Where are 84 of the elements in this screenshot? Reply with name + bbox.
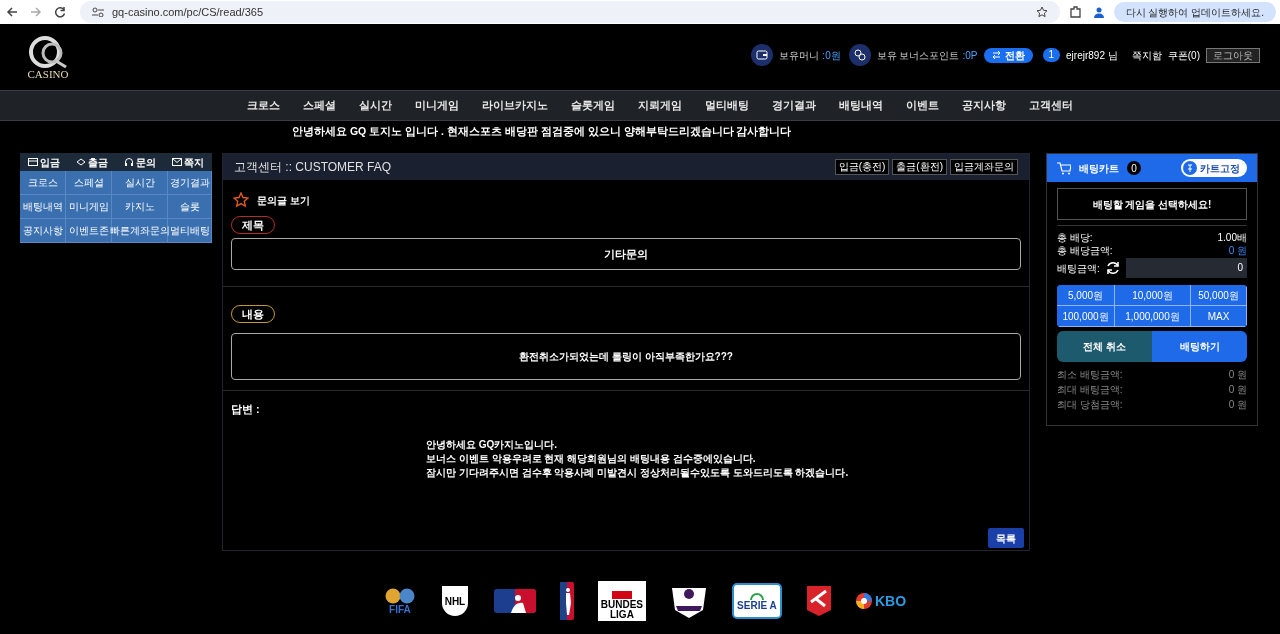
limit-value: 0 원 bbox=[1228, 383, 1247, 396]
quick-menu-item[interactable]: 스페셜 bbox=[66, 171, 112, 195]
cart-title: 배팅카트 bbox=[1079, 161, 1119, 176]
bonus-points-value: :0P bbox=[962, 48, 978, 63]
limit-value: 0 원 bbox=[1228, 398, 1247, 411]
amount-button[interactable]: 1,000,000원 bbox=[1115, 306, 1191, 327]
nav-link[interactable]: 멀티배팅 bbox=[705, 97, 749, 114]
bet-amount-label: 배팅금액: bbox=[1057, 261, 1100, 276]
panel-header-button[interactable]: 입금계좌문의 bbox=[950, 159, 1018, 175]
quick-menu-item[interactable]: 슬롯 bbox=[168, 195, 212, 219]
limit-label: 최소 배팅금액: bbox=[1057, 368, 1123, 381]
logo-text: KBO bbox=[874, 591, 907, 611]
quick-menu-link[interactable]: 출금 bbox=[76, 154, 108, 170]
quick-menu-link[interactable]: 쪽지 bbox=[172, 154, 204, 170]
nav-link[interactable]: 고객센터 bbox=[1029, 97, 1073, 114]
answer-text: 보너스 이벤트 악용우려로 현재 해당회원님의 배팅내용 검수중에있습니다. bbox=[426, 451, 757, 466]
answer-label: 답변 : bbox=[231, 402, 261, 417]
total-payout-label: 총 배당금액: bbox=[1057, 244, 1113, 257]
notice-text: 안녕하세요 GQ 토지노 입니다 . 현재스포츠 배당판 점검중에 있으니 양해부탁드리겠습니다 감사합니다 bbox=[292, 124, 792, 140]
quick-menu-item[interactable]: 배팅내역 bbox=[20, 195, 66, 219]
logout-button[interactable]: 로그아웃 bbox=[1206, 47, 1260, 63]
limit-label: 최대 배팅금액: bbox=[1057, 383, 1123, 396]
quick-menu-item[interactable]: 경기결과 bbox=[168, 171, 212, 195]
limit-label: 최대 당첨금액: bbox=[1057, 398, 1123, 411]
nav-link[interactable]: 슬롯게임 bbox=[571, 97, 615, 114]
quick-menu-item[interactable]: 멀티배팅 bbox=[168, 219, 212, 243]
nav-link[interactable]: 배팅내역 bbox=[839, 97, 883, 114]
amount-button[interactable]: 50,000원 bbox=[1191, 285, 1247, 306]
nav-link[interactable]: 지뢰게임 bbox=[638, 97, 682, 114]
address-bar[interactable]: gq-casino.com/pc/CS/read/365 bbox=[80, 1, 1060, 23]
quick-menu-item[interactable]: 빠른계좌문의 bbox=[112, 219, 168, 243]
panel-subtitle: 문의글 보기 bbox=[257, 193, 310, 208]
username: ejrejr892 님 bbox=[1066, 48, 1118, 63]
coupons-link[interactable]: 쿠폰(0) bbox=[1167, 47, 1200, 63]
nav-link[interactable]: 크로스 bbox=[247, 97, 280, 114]
bonus-points-label: 보유 보너스포인트 bbox=[876, 48, 960, 63]
nav-link[interactable]: 경기결과 bbox=[772, 97, 816, 114]
quick-menu-item[interactable]: 미니게임 bbox=[66, 195, 112, 219]
list-button[interactable]: 목록 bbox=[988, 528, 1024, 548]
panel-header-button[interactable]: 출금(환전) bbox=[892, 159, 947, 175]
cart-count: 0 bbox=[1127, 161, 1141, 175]
logo-text: CASINO bbox=[27, 68, 69, 80]
quick-menu-item[interactable]: 크로스 bbox=[20, 171, 66, 195]
logo-text: BUNDES LIGA bbox=[599, 600, 644, 620]
convert-button[interactable]: 전환 bbox=[983, 47, 1033, 63]
money-value: :0원 bbox=[822, 48, 841, 63]
subject-field: 기타문의 bbox=[231, 238, 1021, 270]
amount-button[interactable]: 5,000원 bbox=[1057, 285, 1115, 306]
amount-button[interactable]: MAX bbox=[1191, 306, 1247, 327]
quick-menu-link[interactable]: 입금 bbox=[28, 154, 60, 170]
messages-link[interactable]: 쪽지함 bbox=[1131, 47, 1162, 63]
answer-text: 안녕하세요 GQ카지노입니다. bbox=[426, 437, 559, 452]
quick-menu-item[interactable]: 카지노 bbox=[112, 195, 168, 219]
panel-header-button[interactable]: 입금(충전) bbox=[834, 159, 890, 175]
total-odds-value: 1.00배 bbox=[1217, 231, 1247, 244]
quick-menu-item[interactable]: 공지사항 bbox=[20, 219, 66, 243]
level-badge: 1 bbox=[1042, 48, 1061, 62]
nav-link[interactable]: 미니게임 bbox=[415, 97, 459, 114]
nav-link[interactable]: 이벤트 bbox=[906, 97, 939, 114]
update-button[interactable]: 다시 실행하여 업데이트하세요. bbox=[1113, 2, 1276, 22]
nav-link[interactable]: 라이브카지노 bbox=[482, 97, 548, 114]
total-odds-label: 총 배당: bbox=[1057, 231, 1093, 244]
place-bet-button[interactable]: 배팅하기 bbox=[1152, 331, 1247, 362]
nav-link[interactable]: 실시간 bbox=[359, 97, 392, 114]
amount-button[interactable]: 10,000원 bbox=[1115, 285, 1191, 306]
logo-text: NHL bbox=[444, 594, 466, 609]
pin-cart-button[interactable]: 카트고정 bbox=[1181, 159, 1247, 177]
logo-text: FIFA bbox=[389, 603, 411, 615]
total-payout-value: 0 원 bbox=[1228, 244, 1247, 257]
money-balance-label: 보유머니 bbox=[779, 48, 820, 63]
quick-menu-link[interactable]: 문의 bbox=[124, 154, 156, 170]
bet-amount-field[interactable]: 0 bbox=[1125, 258, 1247, 278]
quick-menu-item[interactable]: 실시간 bbox=[112, 171, 168, 195]
logo-text: SERIE A bbox=[737, 599, 777, 611]
nav-link[interactable]: 공지사항 bbox=[962, 97, 1006, 114]
url-text: gq-casino.com/pc/CS/read/365 bbox=[112, 4, 264, 20]
limit-value: 0 원 bbox=[1228, 368, 1247, 381]
nav-link[interactable]: 스페셜 bbox=[303, 97, 336, 114]
cancel-all-button[interactable]: 전체 취소 bbox=[1057, 331, 1152, 362]
content-field: 환전취소가되었는데 롤링이 아직부족한가요??? bbox=[231, 333, 1021, 380]
answer-text: 잠시만 기다려주시면 검수후 악용사례 미발견시 정상처리될수있도록 도와드리도록 하겠습니다. bbox=[426, 465, 850, 480]
amount-button[interactable]: 100,000원 bbox=[1057, 306, 1115, 327]
empty-cart-message: 배팅할 게임을 선택하세요! bbox=[1057, 188, 1247, 220]
panel-title: 고객센터 :: CUSTOMER FAQ bbox=[234, 159, 392, 176]
